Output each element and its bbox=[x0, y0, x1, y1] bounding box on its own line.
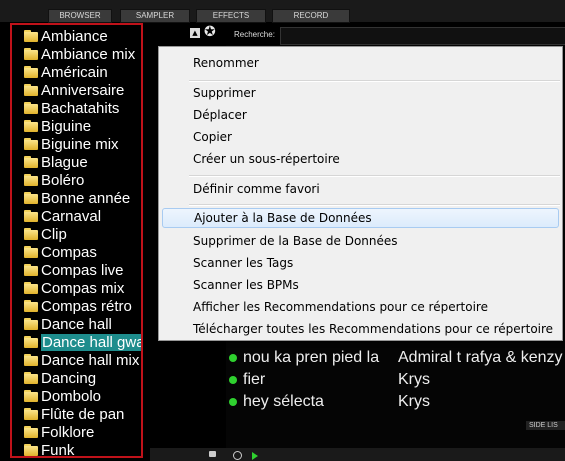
tab-browser[interactable]: BROWSER bbox=[48, 9, 112, 23]
folder-icon bbox=[24, 426, 38, 438]
folder-icon bbox=[24, 156, 38, 168]
folder-icon bbox=[24, 48, 38, 60]
menu-item-move[interactable]: Déplacer bbox=[193, 105, 247, 125]
search-input[interactable] bbox=[280, 27, 565, 45]
folder-item[interactable]: Funk bbox=[24, 441, 74, 456]
folder-icon bbox=[24, 228, 38, 240]
menu-separator bbox=[189, 175, 560, 177]
folder-icon bbox=[24, 444, 38, 456]
menu-item-download-recommendations[interactable]: Télécharger toutes les Recommendations p… bbox=[193, 319, 553, 339]
tab-effects[interactable]: EFFECTS bbox=[196, 9, 266, 23]
folder-item[interactable]: Dancing bbox=[24, 369, 96, 387]
folder-item[interactable]: Ambiance bbox=[24, 27, 108, 45]
track-row[interactable]: fier Krys bbox=[226, 369, 430, 391]
play-icon[interactable] bbox=[252, 452, 258, 460]
folder-icon bbox=[24, 390, 38, 402]
menu-item-remove-from-database[interactable]: Supprimer de la Base de Données bbox=[193, 231, 398, 251]
folder-icon bbox=[24, 174, 38, 186]
folder-icon bbox=[24, 318, 38, 330]
folder-item[interactable]: Compas mix bbox=[24, 279, 124, 297]
folder-item[interactable]: Blague bbox=[24, 153, 88, 171]
menu-item-delete[interactable]: Supprimer bbox=[193, 83, 256, 103]
folder-icon bbox=[24, 210, 38, 222]
folder-icon bbox=[24, 354, 38, 366]
folder-icon bbox=[24, 30, 38, 42]
record-icon[interactable] bbox=[233, 451, 242, 460]
track-title: hey sélecta bbox=[243, 393, 324, 410]
folder-item[interactable]: Folklore bbox=[24, 423, 94, 441]
track-artist: Admiral t rafya & kenzy bbox=[398, 349, 563, 366]
status-dot-icon bbox=[229, 376, 237, 384]
folder-item[interactable]: Dance hall mix bbox=[24, 351, 139, 369]
menu-separator bbox=[189, 204, 560, 206]
lock-icon[interactable] bbox=[209, 451, 216, 457]
folder-item[interactable]: Compas rétro bbox=[24, 297, 132, 315]
scroll-up-arrow-icon[interactable]: ▲ bbox=[190, 28, 200, 38]
folder-item[interactable]: Biguine bbox=[24, 117, 91, 135]
status-dot-icon bbox=[229, 354, 237, 362]
menu-item-create-subfolder[interactable]: Créer un sous-répertoire bbox=[193, 149, 340, 169]
track-artist: Krys bbox=[398, 393, 430, 410]
folder-icon bbox=[24, 102, 38, 114]
folder-item[interactable]: Clip bbox=[24, 225, 67, 243]
track-row[interactable]: hey sélecta Krys bbox=[226, 391, 430, 413]
status-dot-icon bbox=[229, 398, 237, 406]
menu-item-scan-tags[interactable]: Scanner les Tags bbox=[193, 253, 293, 273]
track-title: nou ka pren pied la bbox=[243, 349, 380, 366]
folder-icon bbox=[24, 282, 38, 294]
menu-separator bbox=[189, 80, 560, 82]
folder-item[interactable]: Ambiance mix bbox=[24, 45, 135, 63]
folder-item[interactable]: Carnaval bbox=[24, 207, 101, 225]
folder-item[interactable]: Dombolo bbox=[24, 387, 101, 405]
menu-item-copy[interactable]: Copier bbox=[193, 127, 232, 147]
folder-icon bbox=[24, 66, 38, 78]
menu-item-add-to-database[interactable]: Ajouter à la Base de Données bbox=[162, 208, 559, 228]
folder-icon bbox=[24, 192, 38, 204]
folder-icon bbox=[24, 408, 38, 420]
folder-icon bbox=[24, 264, 38, 276]
folder-icon bbox=[24, 336, 38, 348]
folder-item[interactable]: Anniversaire bbox=[24, 81, 124, 99]
folder-item[interactable]: Bachatahits bbox=[24, 99, 119, 117]
menu-item-show-recommendations[interactable]: Afficher les Recommendations pour ce rép… bbox=[193, 297, 488, 317]
favorite-star-icon[interactable]: ✪ bbox=[204, 24, 216, 40]
track-artist: Krys bbox=[398, 371, 430, 388]
folder-item[interactable]: Biguine mix bbox=[24, 135, 119, 153]
tab-record[interactable]: RECORD bbox=[272, 9, 350, 23]
folder-item[interactable]: Flûte de pan bbox=[24, 405, 124, 423]
top-tab-bar: BROWSER SAMPLER EFFECTS RECORD bbox=[0, 0, 565, 23]
folder-tree: Ambiance Ambiance mix Américain Annivers… bbox=[10, 23, 143, 458]
track-title: fier bbox=[243, 371, 266, 388]
folder-item[interactable]: Boléro bbox=[24, 171, 84, 189]
folder-icon bbox=[24, 138, 38, 150]
folder-item[interactable]: Compas live bbox=[24, 261, 124, 279]
folder-icon bbox=[24, 372, 38, 384]
side-list-button[interactable]: SIDE LIS bbox=[526, 421, 565, 430]
search-label: Recherche: bbox=[234, 30, 275, 39]
menu-item-set-favorite[interactable]: Définir comme favori bbox=[193, 179, 320, 199]
folder-icon bbox=[24, 246, 38, 258]
tab-sampler[interactable]: SAMPLER bbox=[120, 9, 190, 23]
context-menu: Renommer Supprimer Déplacer Copier Créer… bbox=[158, 46, 563, 341]
folder-item[interactable]: Bonne année bbox=[24, 189, 130, 207]
track-row[interactable]: nou ka pren pied la Admiral t rafya & ke… bbox=[226, 347, 563, 369]
menu-item-scan-bpms[interactable]: Scanner les BPMs bbox=[193, 275, 299, 295]
folder-item[interactable]: Américain bbox=[24, 63, 108, 81]
folder-item[interactable]: Dance hall bbox=[24, 315, 112, 333]
folder-icon bbox=[24, 84, 38, 96]
folder-icon bbox=[24, 120, 38, 132]
menu-item-rename[interactable]: Renommer bbox=[193, 53, 259, 73]
folder-icon bbox=[24, 300, 38, 312]
folder-item-selected[interactable]: Dance hall gwada bbox=[24, 333, 141, 351]
folder-item[interactable]: Compas bbox=[24, 243, 97, 261]
